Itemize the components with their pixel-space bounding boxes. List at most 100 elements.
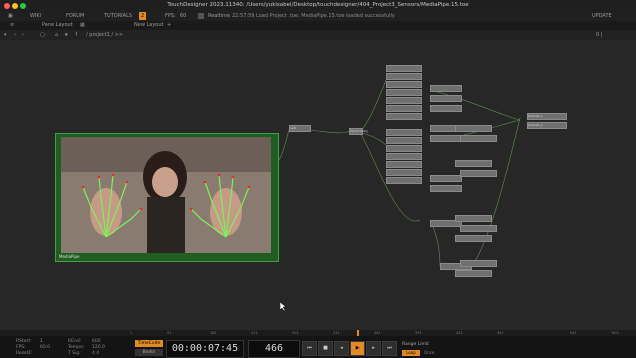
network-node[interactable]: hand_tracking (349, 128, 368, 135)
webcam-preview (61, 137, 271, 253)
fps-stat-label: FPS: (16, 345, 26, 350)
td-logo-icon[interactable]: ▣ (8, 11, 13, 21)
network-node[interactable] (386, 161, 422, 168)
timeline-tick: 541 (570, 331, 577, 335)
network-node[interactable] (430, 85, 462, 92)
step-back-button[interactable]: ◂ (334, 341, 349, 356)
network-node[interactable] (455, 270, 492, 277)
network-node[interactable] (386, 137, 422, 144)
add-layout-icon[interactable]: + (167, 21, 171, 30)
close-window-button[interactable] (4, 3, 10, 9)
toolbar-icon[interactable]: ≡ (10, 21, 14, 30)
loop-toggle[interactable]: Loop (402, 350, 420, 356)
network-node[interactable] (460, 260, 497, 267)
mouse-cursor-icon (280, 302, 287, 312)
timeline-tick: 391 (415, 331, 422, 335)
home-icon[interactable]: ⌂ (55, 30, 58, 40)
network-editor[interactable]: MediaPipe null1 hand_tracking landmark_1… (0, 40, 636, 330)
network-node[interactable] (386, 81, 422, 88)
network-node[interactable] (386, 169, 422, 176)
network-node[interactable] (460, 225, 497, 232)
network-node[interactable] (386, 89, 422, 96)
star-icon[interactable]: ★ (64, 30, 68, 40)
fps-value[interactable]: 60 (180, 11, 186, 21)
pane-menu-icon[interactable]: ▾ (4, 30, 7, 40)
hand-tracking-image (61, 137, 271, 253)
timeline-tick: 181 (210, 331, 217, 335)
tsig-label: T Sig: (68, 351, 81, 356)
menu-tutorials[interactable]: TUTORIALS (104, 11, 132, 21)
timeline-tick: 421 (456, 331, 463, 335)
network-node[interactable] (386, 153, 422, 160)
network-node[interactable] (430, 105, 462, 112)
timeline-tick: 91 (167, 331, 172, 335)
node-column-1 (386, 65, 424, 184)
once-toggle[interactable]: Once (424, 350, 434, 356)
timecode-display[interactable]: 00:00:07:45 (166, 340, 244, 358)
rstart-label: RStart: (16, 339, 32, 344)
network-node[interactable]: null1 (289, 125, 311, 132)
layout-toolbar: ≡ Pane Layout ▦ New Layout + (0, 21, 636, 30)
range-limit-label: Range Limit (402, 342, 429, 347)
network-node[interactable]: landmark_2 (527, 122, 567, 129)
realtime-label: Realtime (208, 13, 231, 19)
zoom-window-button[interactable] (20, 3, 26, 9)
step-forward-button[interactable]: ▸ (366, 341, 381, 356)
timeline-ruler[interactable]: 1 91 181 211 301 331 361 391 421 451 541… (0, 330, 636, 336)
menu-wiki[interactable]: WIKI (30, 11, 41, 21)
network-node[interactable] (386, 65, 422, 72)
update-button[interactable]: UPDATE (592, 11, 612, 21)
pane-type-icon[interactable]: ▢ (40, 30, 45, 40)
realtime-checkbox[interactable] (198, 13, 204, 19)
tsig-value[interactable]: 4 4 (92, 351, 99, 356)
network-node[interactable] (386, 105, 422, 112)
playhead[interactable] (357, 330, 359, 336)
menu-bar: ▣ WIKI FORUM TUTORIALS 2 FPS: 60 Realtim… (0, 11, 636, 21)
menu-forum[interactable]: FORUM (66, 11, 84, 21)
back-arrow-icon[interactable]: ‹ (14, 30, 16, 40)
network-node[interactable] (386, 113, 422, 120)
up-arrow-icon[interactable]: ↑ (74, 30, 78, 40)
network-path[interactable]: / project1 / >> (86, 30, 123, 40)
network-node[interactable] (430, 95, 462, 102)
network-node[interactable] (386, 73, 422, 80)
network-node[interactable] (455, 160, 492, 167)
network-node[interactable]: landmark_1 (527, 113, 567, 120)
rend-value[interactable]: 600 (92, 339, 101, 344)
forward-arrow-icon[interactable]: › (22, 30, 24, 40)
network-node[interactable] (455, 125, 492, 132)
tempo-value[interactable]: 120.0 (92, 345, 105, 350)
window-title: TouchDesigner 2023.11340: /Users/yukisab… (167, 2, 469, 8)
ai-badge[interactable]: 2 (139, 12, 147, 20)
new-layout-button[interactable]: New Layout (134, 21, 164, 30)
layout-icon[interactable]: ▦ (80, 21, 85, 30)
timeline-tick: 331 (333, 331, 340, 335)
network-node[interactable] (460, 135, 497, 142)
network-node[interactable] (460, 170, 497, 177)
mediapipe-viewer[interactable]: MediaPipe (55, 133, 279, 262)
mediapipe-label: MediaPipe (59, 254, 80, 259)
network-node[interactable] (455, 235, 492, 242)
timeline-tick: 301 (292, 331, 299, 335)
fast-forward-button[interactable]: ⏭ (382, 341, 397, 356)
network-node[interactable] (386, 177, 422, 184)
rend-label: REnd: (68, 339, 82, 344)
rewind-button[interactable]: ⏮ (302, 341, 317, 356)
node-column-3 (455, 125, 505, 285)
stop-button[interactable]: ■ (318, 341, 333, 356)
timecode-toggle[interactable]: TimeCode (135, 340, 163, 347)
network-node[interactable] (455, 215, 492, 222)
pane-options-button[interactable]: 0 | (596, 30, 602, 40)
path-bar: ▾ ‹ › ▢ ⌂ ★ ↑ / project1 / >> 0 | (0, 30, 636, 40)
timeline-tick: 451 (497, 331, 504, 335)
network-node[interactable] (386, 97, 422, 104)
play-button[interactable]: ▶ (350, 341, 365, 356)
rstart-value[interactable]: 1 (40, 339, 43, 344)
network-node[interactable] (386, 145, 422, 152)
minimize-window-button[interactable] (12, 3, 18, 9)
beats-toggle[interactable]: Beats (135, 349, 163, 356)
frame-display[interactable]: 466 (248, 340, 300, 358)
network-node[interactable] (386, 129, 422, 136)
fps-stat-value[interactable]: 60.0 (40, 345, 50, 350)
pane-layout-button[interactable]: Pane Layout (42, 21, 73, 30)
